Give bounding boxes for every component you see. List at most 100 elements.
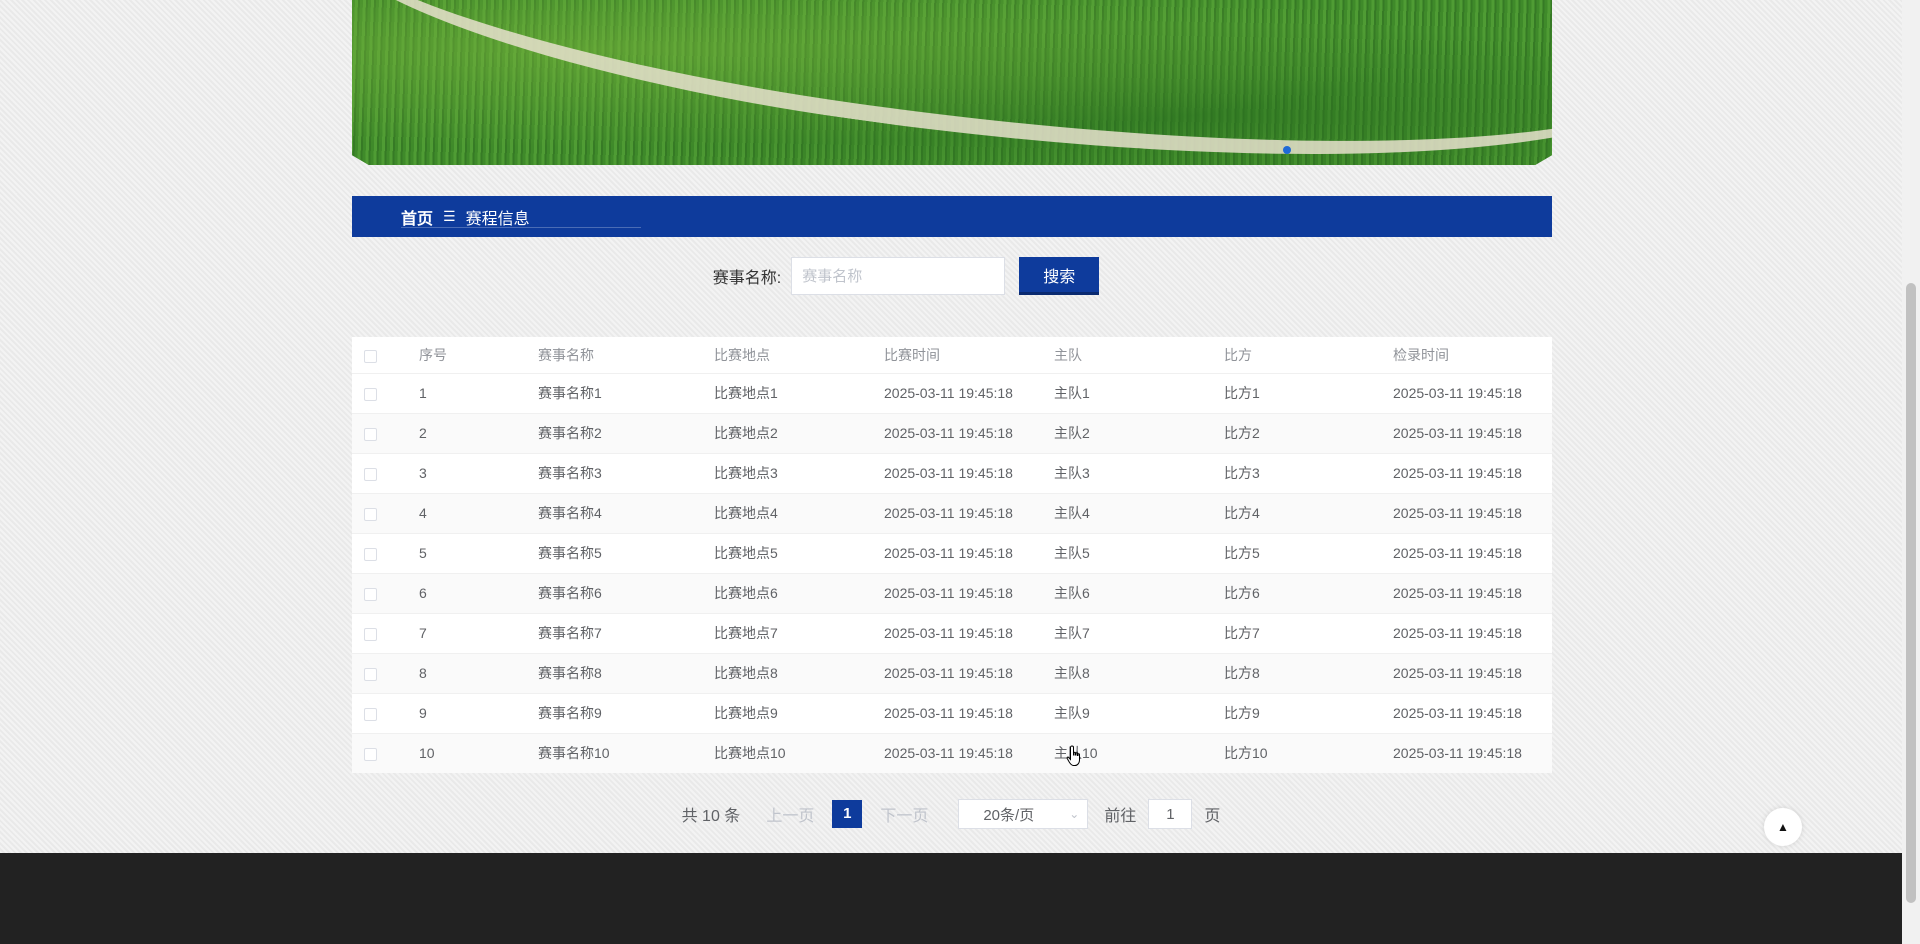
goto-page-input[interactable] [1148, 799, 1193, 829]
table-row[interactable]: 7 赛事名称7 比赛地点7 2025-03-11 19:45:18 主队7 比方7 2025… [352, 612, 1552, 653]
away-team-cell: 比方10 [1224, 732, 1393, 773]
column-header[interactable]: 比方 [1224, 337, 1393, 373]
checkin-time-cell: 2025-03-11 19:45:18 [1393, 732, 1552, 773]
search-input[interactable] [791, 257, 1006, 295]
row-checkbox[interactable] [364, 387, 377, 401]
column-header[interactable]: 序号 [419, 337, 538, 373]
row-select-cell [352, 532, 419, 573]
match-time-cell: 2025-03-11 19:45:18 [884, 692, 1054, 733]
column-header[interactable]: 比赛地点 [714, 337, 884, 373]
column-header[interactable]: 赛事名称 [538, 337, 714, 373]
select-all-checkbox[interactable] [364, 349, 377, 363]
checkin-time-cell: 2025-03-11 19:45:18 [1393, 372, 1552, 413]
away-team-cell: 比方5 [1224, 532, 1393, 573]
goto-label: 前往 [1104, 808, 1137, 825]
page-size-value: 20条/页 [983, 806, 1035, 824]
venue-cell: 比赛地点7 [714, 612, 884, 653]
index-cell: 4 [419, 492, 538, 533]
table-row[interactable]: 6 赛事名称6 比赛地点6 2025-03-11 19:45:18 主队6 比方6 2025… [352, 572, 1552, 613]
match-time-cell: 2025-03-11 19:45:18 [884, 532, 1054, 573]
caret-up-icon: ▲ [1777, 820, 1789, 834]
row-checkbox[interactable] [364, 587, 377, 601]
event-name-cell: 赛事名称6 [538, 572, 714, 613]
breadcrumb-current: 赛程信息 [465, 210, 530, 228]
match-time-cell: 2025-03-11 19:45:18 [884, 492, 1054, 533]
table-row[interactable]: 9 赛事名称9 比赛地点9 2025-03-11 19:45:18 主队9 比方9 2025… [352, 692, 1552, 733]
index-cell: 5 [419, 532, 538, 573]
carousel-indicator[interactable] [1283, 146, 1291, 154]
table-row[interactable]: 2 赛事名称2 比赛地点2 2025-03-11 19:45:18 主队2 比方2 2025… [352, 412, 1552, 453]
back-to-top-button[interactable]: ▲ [1764, 808, 1802, 846]
row-select-cell [352, 372, 419, 413]
row-checkbox[interactable] [364, 427, 377, 441]
row-checkbox[interactable] [364, 748, 377, 762]
table-row[interactable]: 1 赛事名称1 比赛地点1 2025-03-11 19:45:18 主队1 比方1 2025… [352, 372, 1552, 413]
checkin-time-cell: 2025-03-11 19:45:18 [1393, 612, 1552, 653]
chevron-down-icon: ⌄ [1069, 807, 1080, 821]
goto-suffix: 页 [1204, 808, 1221, 825]
table-header-row: 序号 赛事名称 比赛地点 比赛时间 主队 比方 检录时间 [352, 337, 1552, 373]
next-page-button[interactable]: 下一页 [880, 802, 928, 826]
match-time-cell: 2025-03-11 19:45:18 [884, 612, 1054, 653]
checkin-time-cell: 2025-03-11 19:45:18 [1393, 692, 1552, 733]
checkin-time-cell: 2025-03-11 19:45:18 [1393, 532, 1552, 573]
column-header[interactable]: 检录时间 [1393, 337, 1552, 373]
row-select-cell [352, 492, 419, 533]
row-checkbox[interactable] [364, 627, 377, 641]
home-team-cell: 主队5 [1054, 532, 1224, 573]
prev-page-button[interactable]: 上一页 [766, 802, 814, 826]
match-time-cell: 2025-03-11 19:45:18 [884, 732, 1054, 773]
page-number-button[interactable]: 1 [832, 800, 863, 828]
venue-cell: 比赛地点5 [714, 532, 884, 573]
match-time-cell: 2025-03-11 19:45:18 [884, 452, 1054, 493]
row-select-cell [352, 412, 419, 453]
pagination-total: 共 10 条 [681, 808, 741, 825]
match-time-cell: 2025-03-11 19:45:18 [884, 372, 1054, 413]
row-checkbox[interactable] [364, 667, 377, 681]
event-name-cell: 赛事名称5 [538, 532, 714, 573]
pagination: 共 10 条 上一页 1 下一页 20条/页 ⌄ 前往 页 [0, 799, 1902, 829]
home-team-cell: 主队6 [1054, 572, 1224, 613]
venue-cell: 比赛地点9 [714, 692, 884, 733]
event-name-cell: 赛事名称10 [538, 732, 714, 773]
index-cell: 8 [419, 652, 538, 693]
event-name-cell: 赛事名称2 [538, 412, 714, 453]
row-checkbox[interactable] [364, 467, 377, 481]
search-label: 赛事名称: [712, 270, 782, 287]
hand-cursor-icon [1066, 745, 1080, 766]
venue-cell: 比赛地点6 [714, 572, 884, 613]
away-team-cell: 比方7 [1224, 612, 1393, 653]
venue-cell: 比赛地点1 [714, 372, 884, 413]
table-row[interactable]: 10赛事名称10比赛地点102025-03-11 19:45:18主队10比方1… [352, 732, 1552, 773]
venue-cell: 比赛地点2 [714, 412, 884, 453]
table-row[interactable]: 8 赛事名称8 比赛地点8 2025-03-11 19:45:18 主队8 比方8 2025… [352, 652, 1552, 693]
venue-cell: 比赛地点10 [714, 732, 884, 773]
column-header[interactable]: 比赛时间 [884, 337, 1054, 373]
away-team-cell: 比方3 [1224, 452, 1393, 493]
row-checkbox[interactable] [364, 707, 377, 721]
breadcrumb-separator-icon: ☰ [443, 208, 456, 224]
scrollbar[interactable] [1902, 0, 1920, 944]
search-button[interactable]: 搜索 [1019, 257, 1100, 295]
field-line [352, 0, 1552, 165]
column-header[interactable]: 主队 [1054, 337, 1224, 373]
table-row[interactable]: 5 赛事名称5 比赛地点5 2025-03-11 19:45:18 主队5 比方5 2025… [352, 532, 1552, 573]
index-cell: 6 [419, 572, 538, 613]
away-team-cell: 比方6 [1224, 572, 1393, 613]
home-team-cell: 主队8 [1054, 652, 1224, 693]
home-team-cell: 主队2 [1054, 412, 1224, 453]
scrollbar-thumb[interactable] [1906, 283, 1916, 903]
table-row[interactable]: 3 赛事名称3 比赛地点3 2025-03-11 19:45:18 主队3 比方3 2025… [352, 452, 1552, 493]
table-row[interactable]: 4 赛事名称4 比赛地点4 2025-03-11 19:45:18 主队4 比方4 2025… [352, 492, 1552, 533]
banner-carousel[interactable] [352, 0, 1552, 165]
row-checkbox[interactable] [364, 547, 377, 561]
event-name-cell: 赛事名称3 [538, 452, 714, 493]
footer [0, 853, 1902, 944]
checkin-time-cell: 2025-03-11 19:45:18 [1393, 652, 1552, 693]
home-team-cell: 主队4 [1054, 492, 1224, 533]
home-team-cell: 主队3 [1054, 452, 1224, 493]
page-size-select[interactable]: 20条/页 ⌄ [958, 799, 1089, 829]
row-checkbox[interactable] [364, 507, 377, 521]
breadcrumb-home[interactable]: 首页 [401, 205, 433, 229]
match-time-cell: 2025-03-11 19:45:18 [884, 572, 1054, 613]
